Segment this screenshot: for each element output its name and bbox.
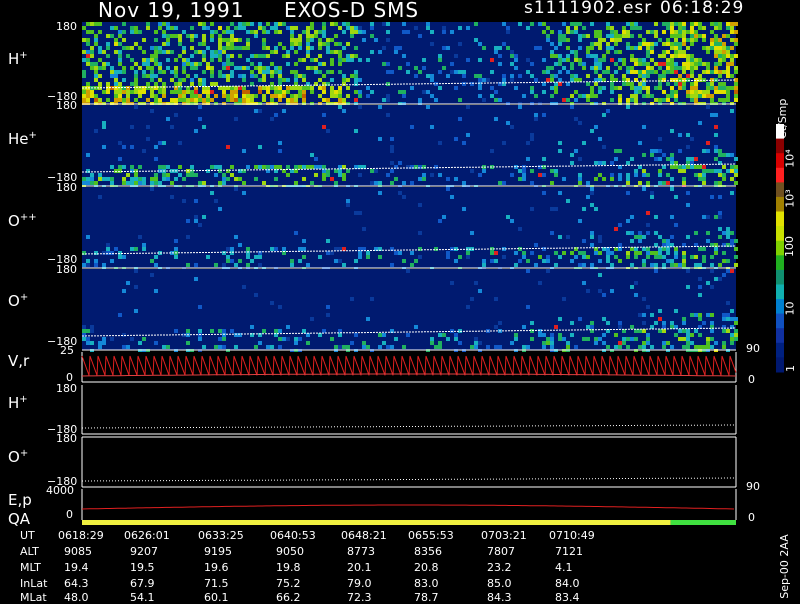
- oline-trace: [82, 477, 734, 482]
- table-cell: 19.4: [64, 561, 89, 574]
- colorbar-swatch: [776, 357, 784, 373]
- table-cell: 9195: [204, 545, 232, 558]
- vr-top-tick: 25: [60, 344, 74, 357]
- tick-h-top: 180: [56, 20, 77, 33]
- table-cell: 71.5: [204, 577, 229, 590]
- table-cell: 0655:53: [408, 529, 454, 542]
- table-cell: 0626:01: [124, 529, 170, 542]
- colorbar-label-1e4: 10⁴: [783, 149, 797, 168]
- colorbar-unit: Ct/Smp: [776, 98, 789, 139]
- table-cell: 7121: [555, 545, 583, 558]
- table-cell: 19.6: [204, 561, 229, 574]
- colorbar-swatch: [776, 211, 784, 227]
- colorbar-swatch: [776, 328, 784, 344]
- ep-label: E,p: [8, 491, 32, 509]
- table-row-label: MLat: [20, 591, 47, 604]
- tick-opp-top: 180: [56, 181, 77, 194]
- table-cell: 79.0: [347, 577, 372, 590]
- table-cell: 67.9: [130, 577, 155, 590]
- table-cell: 0633:25: [198, 529, 244, 542]
- hline-trace: [82, 424, 734, 429]
- hline-label: H+: [8, 394, 28, 412]
- table-cell: 8356: [414, 545, 442, 558]
- table-cell: 7807: [487, 545, 515, 558]
- table-row-label: ALT: [20, 545, 39, 558]
- table-cell: 48.0: [64, 591, 89, 604]
- table-cell: 0640:53: [270, 529, 316, 542]
- qa-segment-0: [82, 520, 671, 525]
- ep-right-top: 90: [746, 480, 760, 493]
- table-cell: 85.0: [487, 577, 512, 590]
- table-cell: 72.3: [347, 591, 372, 604]
- table-row-label: UT: [20, 529, 35, 542]
- footer-tag: Sep-00 2AA: [777, 534, 791, 599]
- table-cell: 64.3: [64, 577, 89, 590]
- panel-label-he: He+: [8, 130, 37, 148]
- table-cell: 0618:29: [58, 529, 104, 542]
- table-cell: 8773: [347, 545, 375, 558]
- table-cell: 60.1: [204, 591, 229, 604]
- panel-label-h: H+: [8, 50, 28, 68]
- table-cell: 54.1: [130, 591, 155, 604]
- table-cell: 84.0: [555, 577, 580, 590]
- table-row-label: MLT: [20, 561, 41, 574]
- tick-op-top: 180: [56, 263, 77, 276]
- table-cell: 66.2: [276, 591, 301, 604]
- table-cell: 19.5: [130, 561, 155, 574]
- panel-label-op: O+: [8, 292, 29, 310]
- colorbar-label-10: 10: [783, 301, 797, 316]
- qa-segment-1: [670, 520, 736, 525]
- table-row-label: InLat: [20, 577, 48, 590]
- oline-top-tick: 180: [56, 432, 77, 445]
- colorbar-swatch: [776, 284, 784, 300]
- table-cell: 0703:21: [481, 529, 527, 542]
- vr-right-bottom: 0: [748, 373, 755, 386]
- table-cell: 0710:49: [549, 529, 595, 542]
- table-cell: 23.2: [487, 561, 512, 574]
- table-cell: 78.7: [414, 591, 439, 604]
- ep-bottom-tick: 0: [66, 508, 73, 521]
- table-cell: 19.8: [276, 561, 301, 574]
- table-cell: 20.1: [347, 561, 372, 574]
- colorbar-swatch: [776, 167, 784, 183]
- hline-top-tick: 180: [56, 382, 77, 395]
- vr-right-top: 90: [746, 342, 760, 355]
- ep-right-bottom: 0: [748, 511, 755, 524]
- colorbar-swatch: [776, 342, 784, 358]
- table-cell: 84.3: [487, 591, 512, 604]
- table-cell: 9085: [64, 545, 92, 558]
- colorbar-label-1e3: 10³: [783, 189, 797, 208]
- colorbar-swatch: [776, 255, 784, 271]
- plot-canvas: [81, 22, 784, 525]
- tick-he-top: 180: [56, 99, 77, 112]
- ep-trace: [81, 504, 735, 510]
- colorbar-swatch: [776, 313, 784, 329]
- ep-top-tick: 4000: [46, 484, 74, 497]
- table-cell: 83.0: [414, 577, 439, 590]
- panel-label-opp: O++: [8, 212, 37, 230]
- table-cell: 20.8: [414, 561, 439, 574]
- table-cell: 4.1: [555, 561, 573, 574]
- colorbar-label-1: 1: [784, 365, 797, 372]
- vr-label: V,r: [8, 352, 30, 370]
- table-cell: 9050: [276, 545, 304, 558]
- table-cell: 0648:21: [341, 529, 387, 542]
- qa-label: QA: [8, 510, 31, 528]
- colorbar-label-100: 100: [783, 236, 796, 257]
- colorbar-swatch: [776, 269, 784, 285]
- table-cell: 9207: [130, 545, 158, 558]
- table-cell: 75.2: [276, 577, 301, 590]
- oline-label: O+: [8, 448, 29, 466]
- table-cell: 83.4: [555, 591, 580, 604]
